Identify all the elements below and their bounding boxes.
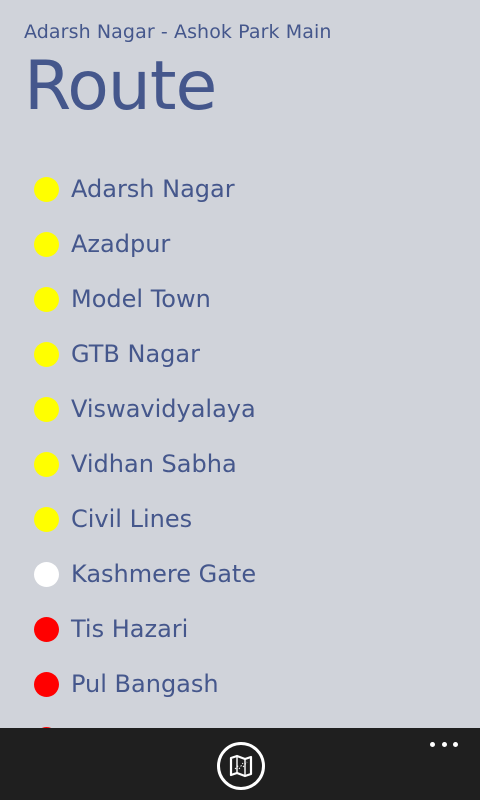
- station-name: Pul Bangash: [71, 670, 219, 698]
- line-color-dot: [34, 397, 59, 422]
- station-name: Civil Lines: [71, 505, 193, 533]
- station-name: Azadpur: [71, 230, 171, 258]
- station-item[interactable]: Vidhan Sabha: [0, 438, 480, 493]
- line-color-dot: [34, 452, 59, 477]
- station-item[interactable]: [0, 713, 480, 728]
- station-item[interactable]: Viswavidyalaya: [0, 383, 480, 438]
- line-color-dot: [34, 342, 59, 367]
- line-color-dot: [34, 672, 59, 697]
- station-name: Kashmere Gate: [71, 560, 257, 588]
- station-item[interactable]: Pul Bangash: [0, 658, 480, 713]
- line-color-dot: [34, 232, 59, 257]
- station-name: GTB Nagar: [71, 340, 200, 368]
- station-item[interactable]: Tis Hazari: [0, 603, 480, 658]
- more-options-button[interactable]: [430, 738, 458, 750]
- route-subtitle: Adarsh Nagar - Ashok Park Main: [24, 21, 332, 43]
- station-name: Model Town: [71, 285, 211, 313]
- line-color-dot: [34, 507, 59, 532]
- station-item[interactable]: GTB Nagar: [0, 328, 480, 383]
- map-button[interactable]: [217, 742, 265, 790]
- station-name: Adarsh Nagar: [71, 175, 235, 203]
- station-name: Viswavidyalaya: [71, 395, 256, 423]
- more-dot: [441, 741, 447, 747]
- line-color-dot: [34, 617, 59, 642]
- more-dot: [453, 741, 458, 747]
- line-color-dot: [34, 287, 59, 312]
- station-item[interactable]: Adarsh Nagar: [0, 163, 480, 218]
- station-name: Tis Hazari: [71, 615, 189, 643]
- station-item[interactable]: Model Town: [0, 273, 480, 328]
- app-bar: [0, 728, 480, 800]
- map-icon: [229, 754, 253, 778]
- more-dot: [430, 741, 435, 747]
- line-color-dot: [34, 177, 59, 202]
- line-color-dot: [34, 562, 59, 587]
- station-item[interactable]: Civil Lines: [0, 493, 480, 548]
- page-title: Route: [24, 47, 217, 126]
- station-item[interactable]: Azadpur: [0, 218, 480, 273]
- station-list: Adarsh Nagar Azadpur Model Town GTB Naga…: [0, 163, 480, 728]
- station-name: Vidhan Sabha: [71, 450, 237, 478]
- page-header: Adarsh Nagar - Ashok Park Main Route: [24, 20, 332, 126]
- station-item[interactable]: Kashmere Gate: [0, 548, 480, 603]
